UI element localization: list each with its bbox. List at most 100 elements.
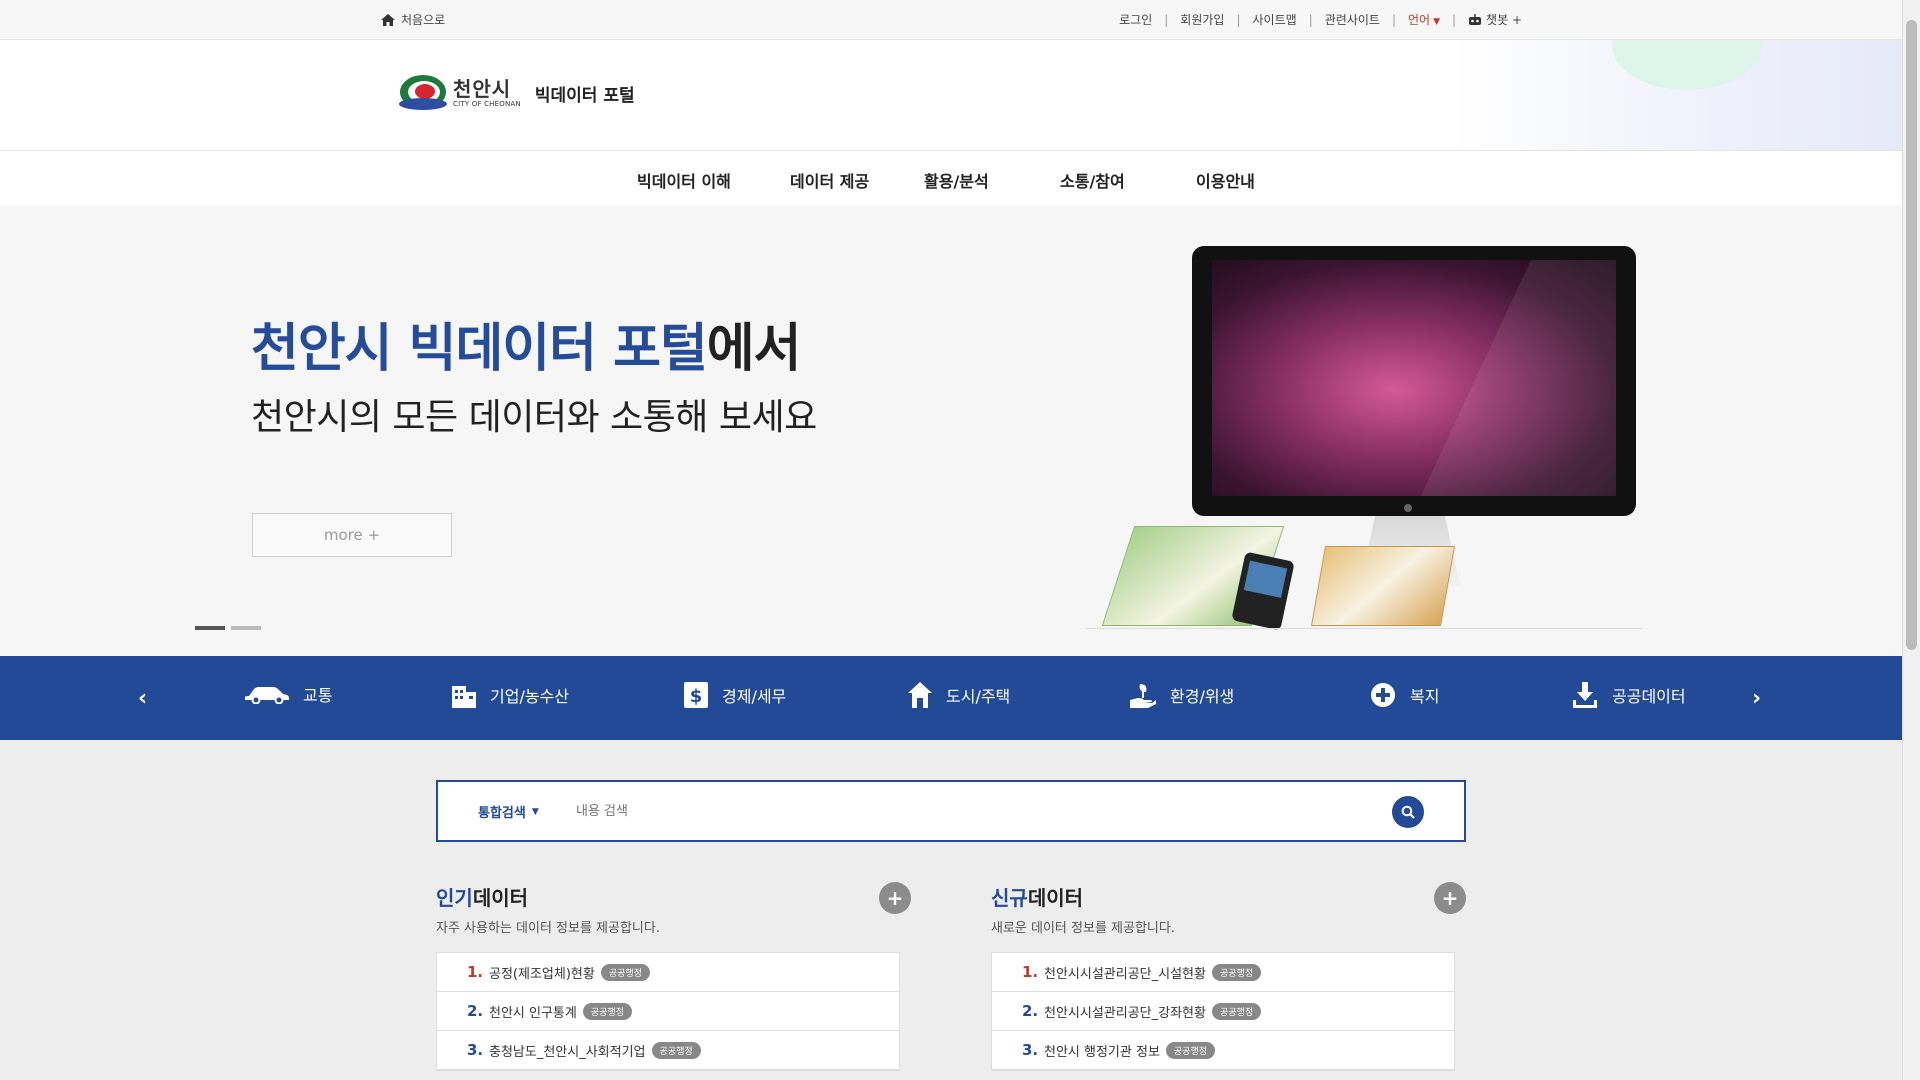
hero-subtitle: 천안시의 모든 데이터와 소통해 보세요 bbox=[251, 397, 817, 438]
language-select[interactable]: 언어 ▼ bbox=[1408, 11, 1440, 28]
category-label: 경제/세무 bbox=[722, 687, 787, 706]
new-data-panel: 신규데이터 새로운 데이터 정보를 제공합니다. + 1. 천안시시설관리공단_시… bbox=[991, 882, 1466, 1071]
city-name-ko: 천안시 bbox=[453, 77, 512, 101]
content-area: 통합검색 ▼ 인기데이터 자주 사용하는 데이터 정보를 제공합니다. + 1.… bbox=[0, 740, 1902, 1080]
item-title: 공정(제조업체)현황 bbox=[489, 966, 595, 982]
list-item[interactable]: 3. 천안시 행정기관 정보 공공행정 bbox=[992, 1031, 1454, 1070]
car-icon bbox=[245, 687, 289, 704]
category-next-button[interactable]: › bbox=[1752, 686, 1761, 711]
search-input[interactable] bbox=[576, 796, 1376, 826]
portal-name: 빅데이터 포털 bbox=[534, 85, 635, 106]
hero-baseline bbox=[1086, 628, 1642, 629]
scrollbar-thumb[interactable] bbox=[1906, 20, 1917, 650]
category-welfare[interactable]: 복지 bbox=[1370, 682, 1439, 708]
panel-subtitle: 자주 사용하는 데이터 정보를 제공합니다. bbox=[436, 921, 660, 936]
list-item[interactable]: 2. 천안시 인구통계 공공행정 bbox=[437, 992, 899, 1031]
site-header: 천안시 CITY OF CHEONAN 빅데이터 포털 bbox=[0, 40, 1902, 150]
category-badge: 공공행정 bbox=[582, 1002, 632, 1020]
separator: | bbox=[1308, 12, 1313, 27]
panel-title: 인기데이터 bbox=[436, 882, 911, 911]
new-data-list: 1. 천안시시설관리공단_시설현황 공공행정 2. 천안시시설관리공단_강좌현황 공공행… bbox=[991, 952, 1455, 1071]
category-badge: 공공행정 bbox=[600, 963, 650, 981]
sitemap-link[interactable]: 사이트맵 bbox=[1253, 11, 1297, 28]
nav-item-bigdata-intro[interactable]: 빅데이터 이해 bbox=[637, 168, 731, 192]
related-sites-link[interactable]: 관련사이트 bbox=[1325, 11, 1380, 28]
search-scope-label: 통합검색 bbox=[478, 806, 526, 821]
language-label: 언어 bbox=[1407, 13, 1431, 27]
login-link[interactable]: 로그인 bbox=[1119, 11, 1152, 28]
more-plus-button[interactable]: + bbox=[1434, 882, 1466, 914]
site-logo[interactable]: 천안시 CITY OF CHEONAN 빅데이터 포털 bbox=[397, 73, 635, 113]
hero-title-rest: 에서 bbox=[706, 319, 802, 379]
category-badge: 공공행정 bbox=[1211, 963, 1262, 981]
category-badge: 공공행정 bbox=[1211, 1002, 1262, 1020]
search-button[interactable] bbox=[1392, 796, 1424, 828]
download-icon bbox=[1573, 682, 1597, 708]
building-icon bbox=[452, 686, 476, 708]
rank-number: 3. bbox=[1022, 1041, 1039, 1059]
category-label: 도시/주택 bbox=[946, 687, 1011, 706]
category-label: 기업/농수산 bbox=[490, 687, 569, 706]
category-label: 교통 bbox=[303, 686, 333, 705]
category-business[interactable]: 기업/농수산 bbox=[452, 682, 569, 708]
slide-indicator[interactable] bbox=[231, 626, 261, 630]
robot-icon bbox=[1469, 13, 1482, 25]
header-decoration bbox=[1452, 40, 1902, 150]
nav-item-analysis[interactable]: 활용/분석 bbox=[924, 168, 989, 192]
category-label: 복지 bbox=[1410, 687, 1440, 706]
popular-data-panel: 인기데이터 자주 사용하는 데이터 정보를 제공합니다. + 1. 공정(제조업체… bbox=[436, 882, 911, 1071]
home-link[interactable]: 처음으로 bbox=[381, 11, 445, 28]
popular-data-list: 1. 공정(제조업체)현황 공공행정 2. 천안시 인구통계 공공행정 3. 충청남도_천… bbox=[436, 952, 900, 1071]
nav-item-guide[interactable]: 이용안내 bbox=[1196, 168, 1255, 192]
home-label: 처음으로 bbox=[401, 13, 446, 27]
separator: | bbox=[1452, 12, 1457, 27]
category-badge: 공공행정 bbox=[651, 1041, 701, 1059]
panel-title: 신규데이터 bbox=[991, 882, 1466, 911]
svg-text:$: $ bbox=[690, 686, 703, 707]
list-item[interactable]: 2. 천안시시설관리공단_강좌현황 공공행정 bbox=[992, 992, 1454, 1031]
house-icon bbox=[908, 682, 932, 708]
list-item[interactable]: 1. 천안시시설관리공단_시설현황 공공행정 bbox=[992, 953, 1454, 992]
search-scope-select[interactable]: 통합검색 ▼ bbox=[478, 802, 539, 821]
chatbot-label: 챗봇 + bbox=[1486, 13, 1522, 27]
rank-number: 2. bbox=[1022, 1002, 1039, 1020]
monitor-illustration bbox=[1192, 246, 1636, 516]
panel-title-rest: 데이터 bbox=[472, 886, 529, 910]
slide-indicator-active[interactable] bbox=[195, 626, 225, 630]
nav-item-data-provision[interactable]: 데이터 제공 bbox=[790, 168, 869, 192]
category-prev-button[interactable]: ‹ bbox=[138, 686, 147, 711]
category-public-data[interactable]: 공공데이터 bbox=[1572, 682, 1686, 708]
category-label: 공공데이터 bbox=[1612, 687, 1686, 706]
category-economy[interactable]: $ 경제/세무 bbox=[684, 682, 786, 708]
chevron-down-icon: ▼ bbox=[531, 806, 539, 817]
category-environment[interactable]: 환경/위생 bbox=[1130, 682, 1234, 708]
utility-bar: 처음으로 로그인 | 회원가입 | 사이트맵 | 관련사이트 | 언어 ▼ | 챗… bbox=[0, 0, 1902, 40]
more-plus-button[interactable]: + bbox=[879, 882, 911, 914]
chevron-down-icon: ▼ bbox=[1433, 17, 1440, 27]
separator: | bbox=[1391, 12, 1396, 27]
city-emblem-icon bbox=[397, 73, 449, 113]
category-badge: 공공행정 bbox=[1165, 1041, 1216, 1059]
category-urban-housing[interactable]: 도시/주택 bbox=[908, 682, 1010, 708]
main-navigation: 빅데이터 이해 데이터 제공 활용/분석 소통/참여 이용안내 bbox=[0, 150, 1902, 205]
item-title: 천안시시설관리공단_강좌현황 bbox=[1044, 1005, 1206, 1021]
list-item[interactable]: 3. 충청남도_천안시_사회적기업 공공행정 bbox=[437, 1031, 899, 1070]
panel-title-highlight: 신규 bbox=[991, 886, 1028, 910]
separator: | bbox=[1236, 12, 1241, 27]
list-item[interactable]: 1. 공정(제조업체)현황 공공행정 bbox=[437, 953, 899, 992]
more-button[interactable]: more + bbox=[252, 513, 452, 557]
item-title: 천안시시설관리공단_시설현황 bbox=[1044, 966, 1206, 982]
hero-banner: 천안시 빅데이터 포털에서 천안시의 모든 데이터와 소통해 보세요 more … bbox=[0, 206, 1902, 656]
page-scrollbar[interactable] bbox=[1902, 0, 1920, 1080]
signup-link[interactable]: 회원가입 bbox=[1180, 11, 1224, 28]
category-traffic[interactable]: 교통 bbox=[245, 682, 332, 706]
rank-number: 1. bbox=[1022, 963, 1039, 981]
hero-title-highlight: 천안시 빅데이터 포털 bbox=[251, 319, 708, 379]
separator: | bbox=[1164, 12, 1169, 27]
rank-number: 1. bbox=[467, 963, 484, 981]
chatbot-link[interactable]: 챗봇 + bbox=[1468, 11, 1522, 28]
city-name: 천안시 CITY OF CHEONAN bbox=[453, 78, 521, 108]
rank-number: 2. bbox=[467, 1002, 484, 1020]
top-links: 로그인 | 회원가입 | 사이트맵 | 관련사이트 | 언어 ▼ | 챗봇 + bbox=[1119, 11, 1522, 28]
nav-item-community[interactable]: 소통/참여 bbox=[1060, 168, 1125, 192]
